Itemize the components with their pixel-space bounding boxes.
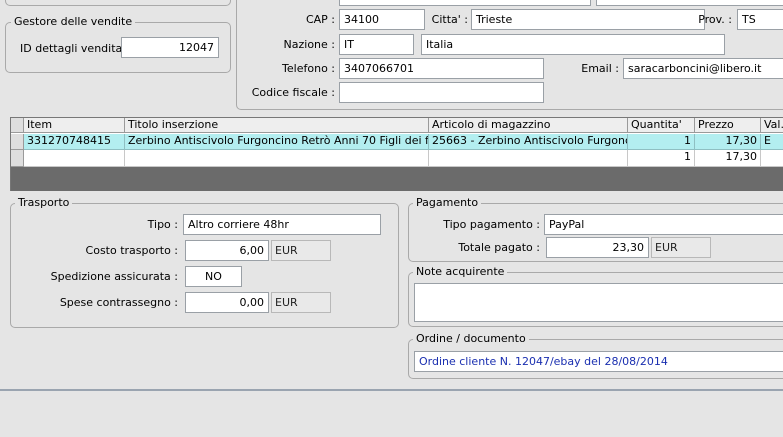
cell-titolo[interactable]: Zerbino Antiscivolo Furgoncino Retrò Ann… — [125, 134, 429, 150]
col-header-articolo[interactable]: Articolo di magazzino — [429, 118, 628, 133]
codice-fiscale-field[interactable] — [339, 82, 544, 103]
spese-contrassegno-currency: EUR — [271, 292, 331, 313]
totale-pagato-label: Totale pagato : — [458, 241, 540, 254]
prov-field[interactable]: TS — [737, 9, 783, 30]
cell-valuta[interactable]: E — [761, 134, 783, 150]
col-header-quantita[interactable]: Quantita' — [628, 118, 695, 133]
prov-label: Prov. : — [698, 13, 732, 26]
total-cell-item — [24, 150, 125, 167]
seller-manager-title: Gestore delle vendite — [11, 15, 136, 28]
trasporto-tipo-label: Tipo : — [147, 218, 178, 231]
trasporto-title: Trasporto — [15, 196, 73, 209]
pagamento-title: Pagamento — [413, 196, 482, 209]
codice-fiscale-label: Codice fiscale : — [251, 86, 335, 99]
row-header-total — [11, 150, 24, 167]
email-label: Email : — [581, 62, 619, 75]
costo-trasporto-field[interactable]: 6,00 — [185, 240, 269, 261]
top-field-1[interactable] — [339, 0, 591, 6]
cap-label: CAP : — [305, 13, 335, 26]
telefono-label: Telefono : — [282, 62, 335, 75]
nazione-label: Nazione : — [283, 38, 335, 51]
sale-id-label: ID dettagli vendita : — [20, 42, 130, 55]
cell-prezzo[interactable]: 17,30 — [695, 134, 761, 150]
email-field[interactable]: saracarboncini@libero.it — [623, 58, 783, 79]
trasporto-tipo-field[interactable]: Altro corriere 48hr — [183, 214, 381, 235]
sale-id-field[interactable]: 12047 — [121, 37, 219, 58]
row-header-corner — [11, 118, 24, 133]
col-header-prezzo[interactable]: Prezzo — [695, 118, 761, 133]
note-field[interactable] — [414, 283, 783, 322]
total-quantita: 1 — [628, 150, 695, 167]
totale-pagato-field[interactable]: 23,30 — [546, 237, 649, 258]
total-cell-articolo — [429, 150, 628, 167]
col-header-titolo[interactable]: Titolo inserzione — [125, 118, 429, 133]
note-title: Note acquirente — [413, 265, 508, 278]
col-header-valuta[interactable]: Val. — [761, 118, 783, 133]
total-prezzo: 17,30 — [695, 150, 761, 167]
cell-item[interactable]: 331270748415 — [24, 134, 125, 150]
row-header-1[interactable] — [11, 134, 24, 150]
top-left-panel-edge — [5, 0, 231, 6]
items-table: Item Titolo inserzione Articolo di magaz… — [10, 117, 783, 191]
telefono-field[interactable]: 3407066701 — [339, 58, 544, 79]
top-field-2[interactable] — [596, 0, 783, 6]
ordine-title: Ordine / documento — [413, 332, 529, 345]
bottom-separator — [0, 389, 783, 391]
total-cell-titolo — [125, 150, 429, 167]
cell-quantita[interactable]: 1 — [628, 134, 695, 150]
col-header-item[interactable]: Item — [24, 118, 125, 133]
spese-contrassegno-field[interactable]: 0,00 — [185, 292, 269, 313]
spedizione-assicurata-label: Spedizione assicurata : — [50, 270, 178, 283]
spedizione-assicurata-field[interactable]: NO — [185, 266, 242, 287]
table-footer-bar — [11, 167, 783, 191]
nazione-code-field[interactable]: IT — [339, 34, 414, 55]
costo-trasporto-currency: EUR — [271, 240, 331, 261]
ordine-field[interactable]: Ordine cliente N. 12047/ebay del 28/08/2… — [414, 351, 783, 372]
nazione-name-field[interactable]: Italia — [421, 34, 725, 55]
totale-pagato-currency: EUR — [651, 237, 711, 258]
citta-field[interactable]: Trieste — [471, 9, 705, 30]
cell-articolo[interactable]: 25663 - Zerbino Antiscivolo Furgoncin… — [429, 134, 628, 150]
spese-contrassegno-label: Spese contrassegno : — [59, 296, 178, 309]
tipo-pagamento-field[interactable]: PayPal — [544, 214, 783, 235]
cap-field[interactable]: 34100 — [339, 9, 425, 30]
tipo-pagamento-label: Tipo pagamento : — [443, 218, 540, 231]
total-cell-valuta — [761, 150, 783, 167]
citta-label: Citta' : — [431, 13, 468, 26]
costo-trasporto-label: Costo trasporto : — [85, 244, 178, 257]
